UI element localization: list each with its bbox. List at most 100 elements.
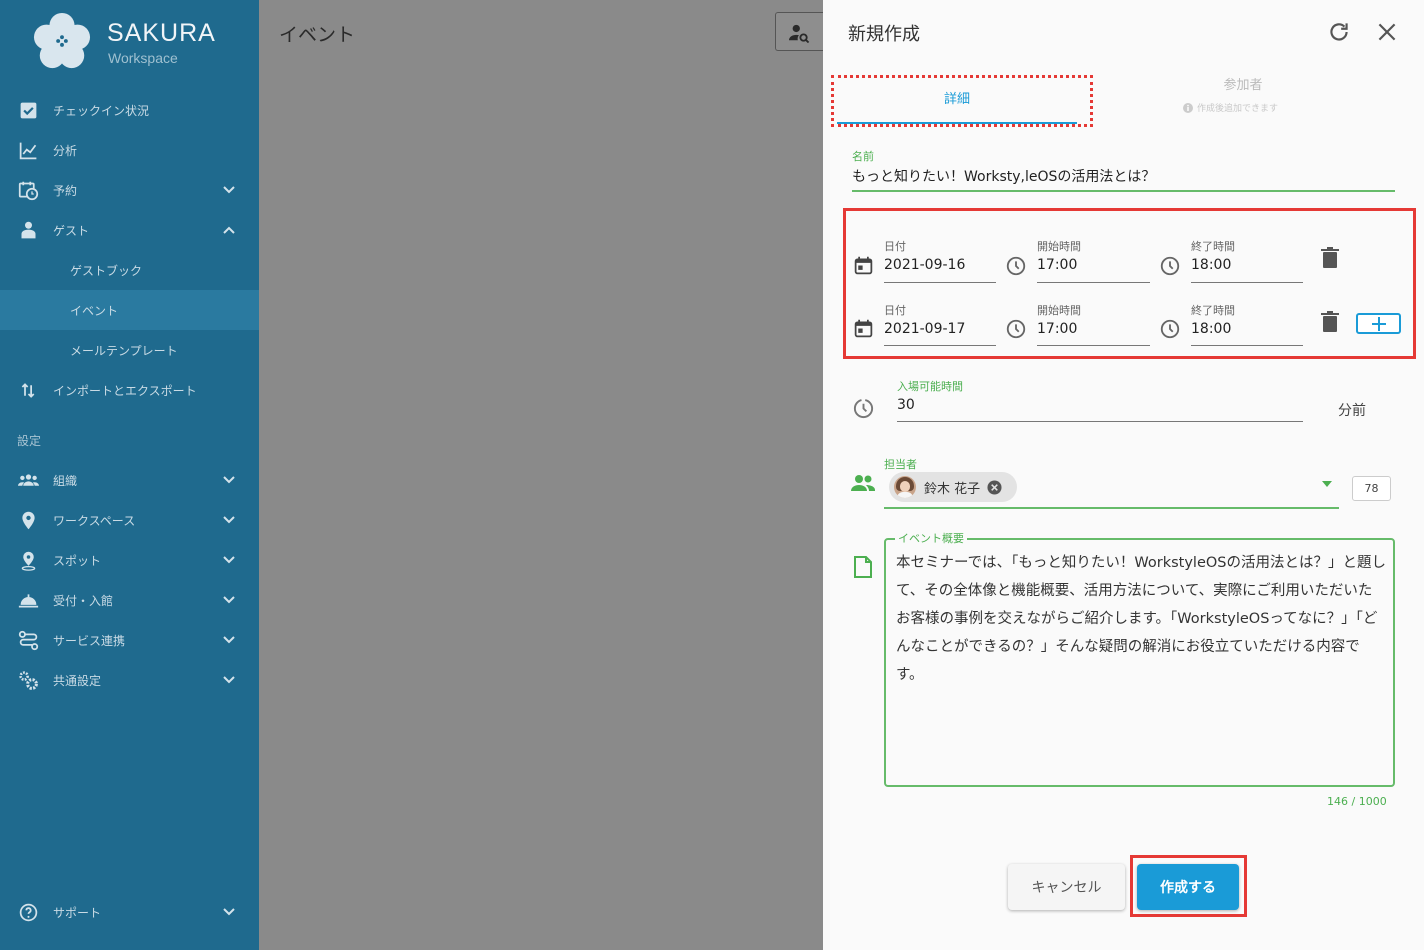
sidebar-item-label: チェックイン状況	[53, 104, 150, 118]
import-export-icon	[21, 383, 35, 398]
history-clock-icon	[853, 398, 874, 419]
entry-time-field[interactable]: 30	[897, 397, 915, 413]
sidebar-item-label: 共通設定	[53, 674, 102, 688]
owner-underline	[884, 507, 1339, 509]
sidebar-item-guestbook[interactable]: ゲストブック	[0, 250, 259, 290]
spot-pin-icon	[21, 551, 36, 571]
tab-participants-note: 作成後追加できます	[1183, 101, 1278, 114]
person-search-icon	[789, 24, 810, 43]
page-title: イベント	[279, 24, 356, 46]
sidebar-item-reservation[interactable]: 予約	[0, 170, 259, 210]
start-time-field[interactable]: 17:00	[1037, 321, 1077, 337]
tab-indicator	[837, 122, 1077, 124]
start-time-underline	[1037, 345, 1150, 346]
trash-icon[interactable]	[1321, 311, 1339, 332]
owner-count: 78	[1352, 476, 1391, 501]
reception-bell-icon	[18, 594, 39, 608]
sidebar-item-label: メールテンプレート	[70, 344, 178, 358]
sidebar-item-guest[interactable]: ゲスト	[0, 210, 259, 250]
section-settings: 設定	[17, 434, 42, 448]
clock-icon[interactable]	[1159, 318, 1181, 340]
guest-icon	[21, 221, 36, 239]
remove-chip-icon[interactable]	[987, 479, 1002, 495]
chevron-up-icon	[223, 226, 235, 234]
sidebar-item-reception[interactable]: 受付・入館	[0, 580, 259, 620]
sidebar-item-import-export[interactable]: インポートとエクスポート	[0, 370, 259, 410]
chevron-down-icon	[223, 186, 235, 194]
sidebar-item-label: イベント	[70, 304, 119, 318]
start-time-field[interactable]: 17:00	[1037, 257, 1077, 273]
chart-icon	[19, 142, 37, 160]
help-circle-icon	[19, 903, 38, 922]
entry-time-underline	[897, 421, 1303, 422]
create-button-label: 作成する	[1160, 880, 1216, 896]
location-pin-icon	[22, 511, 35, 530]
name-field-underline	[852, 190, 1395, 192]
date-label: 日付	[884, 240, 906, 253]
sidebar-item-integration[interactable]: サービス連携	[0, 620, 259, 660]
entry-time-unit: 分前	[1338, 403, 1366, 419]
avatar	[894, 476, 916, 498]
name-label: 名前	[852, 150, 874, 163]
chevron-down-icon	[223, 516, 235, 524]
tab-detail[interactable]: 詳細	[837, 88, 1077, 107]
plus-icon	[1372, 317, 1386, 331]
sidebar-item-label: 組織	[53, 474, 78, 488]
close-icon[interactable]	[1374, 19, 1400, 45]
summary-label: イベント概要	[895, 530, 967, 546]
summary-text: 本セミナーでは、「もっと知りたい！WorkstyleOSの活用法とは？」と題して…	[896, 555, 1386, 683]
sidebar-item-common-settings[interactable]: 共通設定	[0, 660, 259, 700]
calendar-icon[interactable]	[853, 255, 874, 276]
sidebar-item-label: ゲスト	[53, 224, 90, 238]
clock-icon[interactable]	[1005, 255, 1027, 277]
sidebar-item-event[interactable]: イベント	[0, 290, 259, 330]
cancel-button-label: キャンセル	[1031, 880, 1102, 896]
owner-label: 担当者	[884, 458, 917, 471]
cancel-button[interactable]: キャンセル	[1008, 864, 1125, 910]
tab-participants[interactable]: 参加者	[1183, 74, 1303, 93]
calendar-icon[interactable]	[853, 318, 874, 339]
clock-icon[interactable]	[1005, 318, 1027, 340]
people-icon	[18, 474, 39, 486]
chevron-down-icon	[223, 556, 235, 564]
sidebar-item-organization[interactable]: 組織	[0, 460, 259, 500]
date-field[interactable]: 2021-09-17	[884, 321, 965, 337]
date-underline	[884, 345, 996, 346]
sidebar-item-workspace[interactable]: ワークスペース	[0, 500, 259, 540]
brand-name: SAKURA	[107, 19, 216, 47]
logo[interactable]: SAKURA Workspace	[0, 0, 259, 90]
name-field[interactable]: もっと知りたい！Worksty,leOSの活用法とは？	[852, 166, 1155, 186]
sidebar-item-mail-template[interactable]: メールテンプレート	[0, 330, 259, 370]
sidebar-item-analytics[interactable]: 分析	[0, 130, 259, 170]
date-field[interactable]: 2021-09-16	[884, 257, 965, 273]
sidebar-item-support[interactable]: サポート	[0, 892, 259, 932]
date-underline	[884, 282, 996, 283]
end-time-field[interactable]: 18:00	[1191, 257, 1231, 273]
chevron-down-icon	[223, 596, 235, 604]
owner-name: 鈴木 花子	[924, 481, 981, 497]
summary-counter: 146 / 1000	[1327, 795, 1387, 808]
sidebar-item-label: サービス連携	[53, 634, 126, 648]
sakura-flower-icon	[33, 12, 91, 69]
chevron-down-icon	[223, 908, 235, 916]
owner-chip[interactable]: 鈴木 花子	[889, 472, 1017, 502]
sidebar-item-spot[interactable]: スポット	[0, 540, 259, 580]
end-time-label: 終了時間	[1191, 240, 1235, 253]
sidebar-item-checkin[interactable]: チェックイン状況	[0, 90, 259, 130]
end-time-field[interactable]: 18:00	[1191, 321, 1231, 337]
calendar-clock-icon	[18, 181, 39, 201]
tab-note-text: 作成後追加できます	[1197, 104, 1279, 114]
sidebar-item-label: ワークスペース	[53, 514, 136, 528]
trash-icon[interactable]	[1321, 247, 1339, 268]
date-label: 日付	[884, 304, 906, 317]
create-button[interactable]: 作成する	[1137, 864, 1239, 910]
dropdown-arrow-icon[interactable]	[1321, 480, 1333, 488]
start-time-underline	[1037, 282, 1150, 283]
clock-icon[interactable]	[1159, 255, 1181, 277]
document-icon	[854, 556, 872, 578]
chevron-down-icon	[223, 636, 235, 644]
gears-icon	[19, 671, 38, 690]
refresh-icon[interactable]	[1326, 19, 1352, 45]
add-schedule-button[interactable]	[1356, 313, 1401, 334]
sidebar-item-label: インポートとエクスポート	[53, 384, 197, 398]
